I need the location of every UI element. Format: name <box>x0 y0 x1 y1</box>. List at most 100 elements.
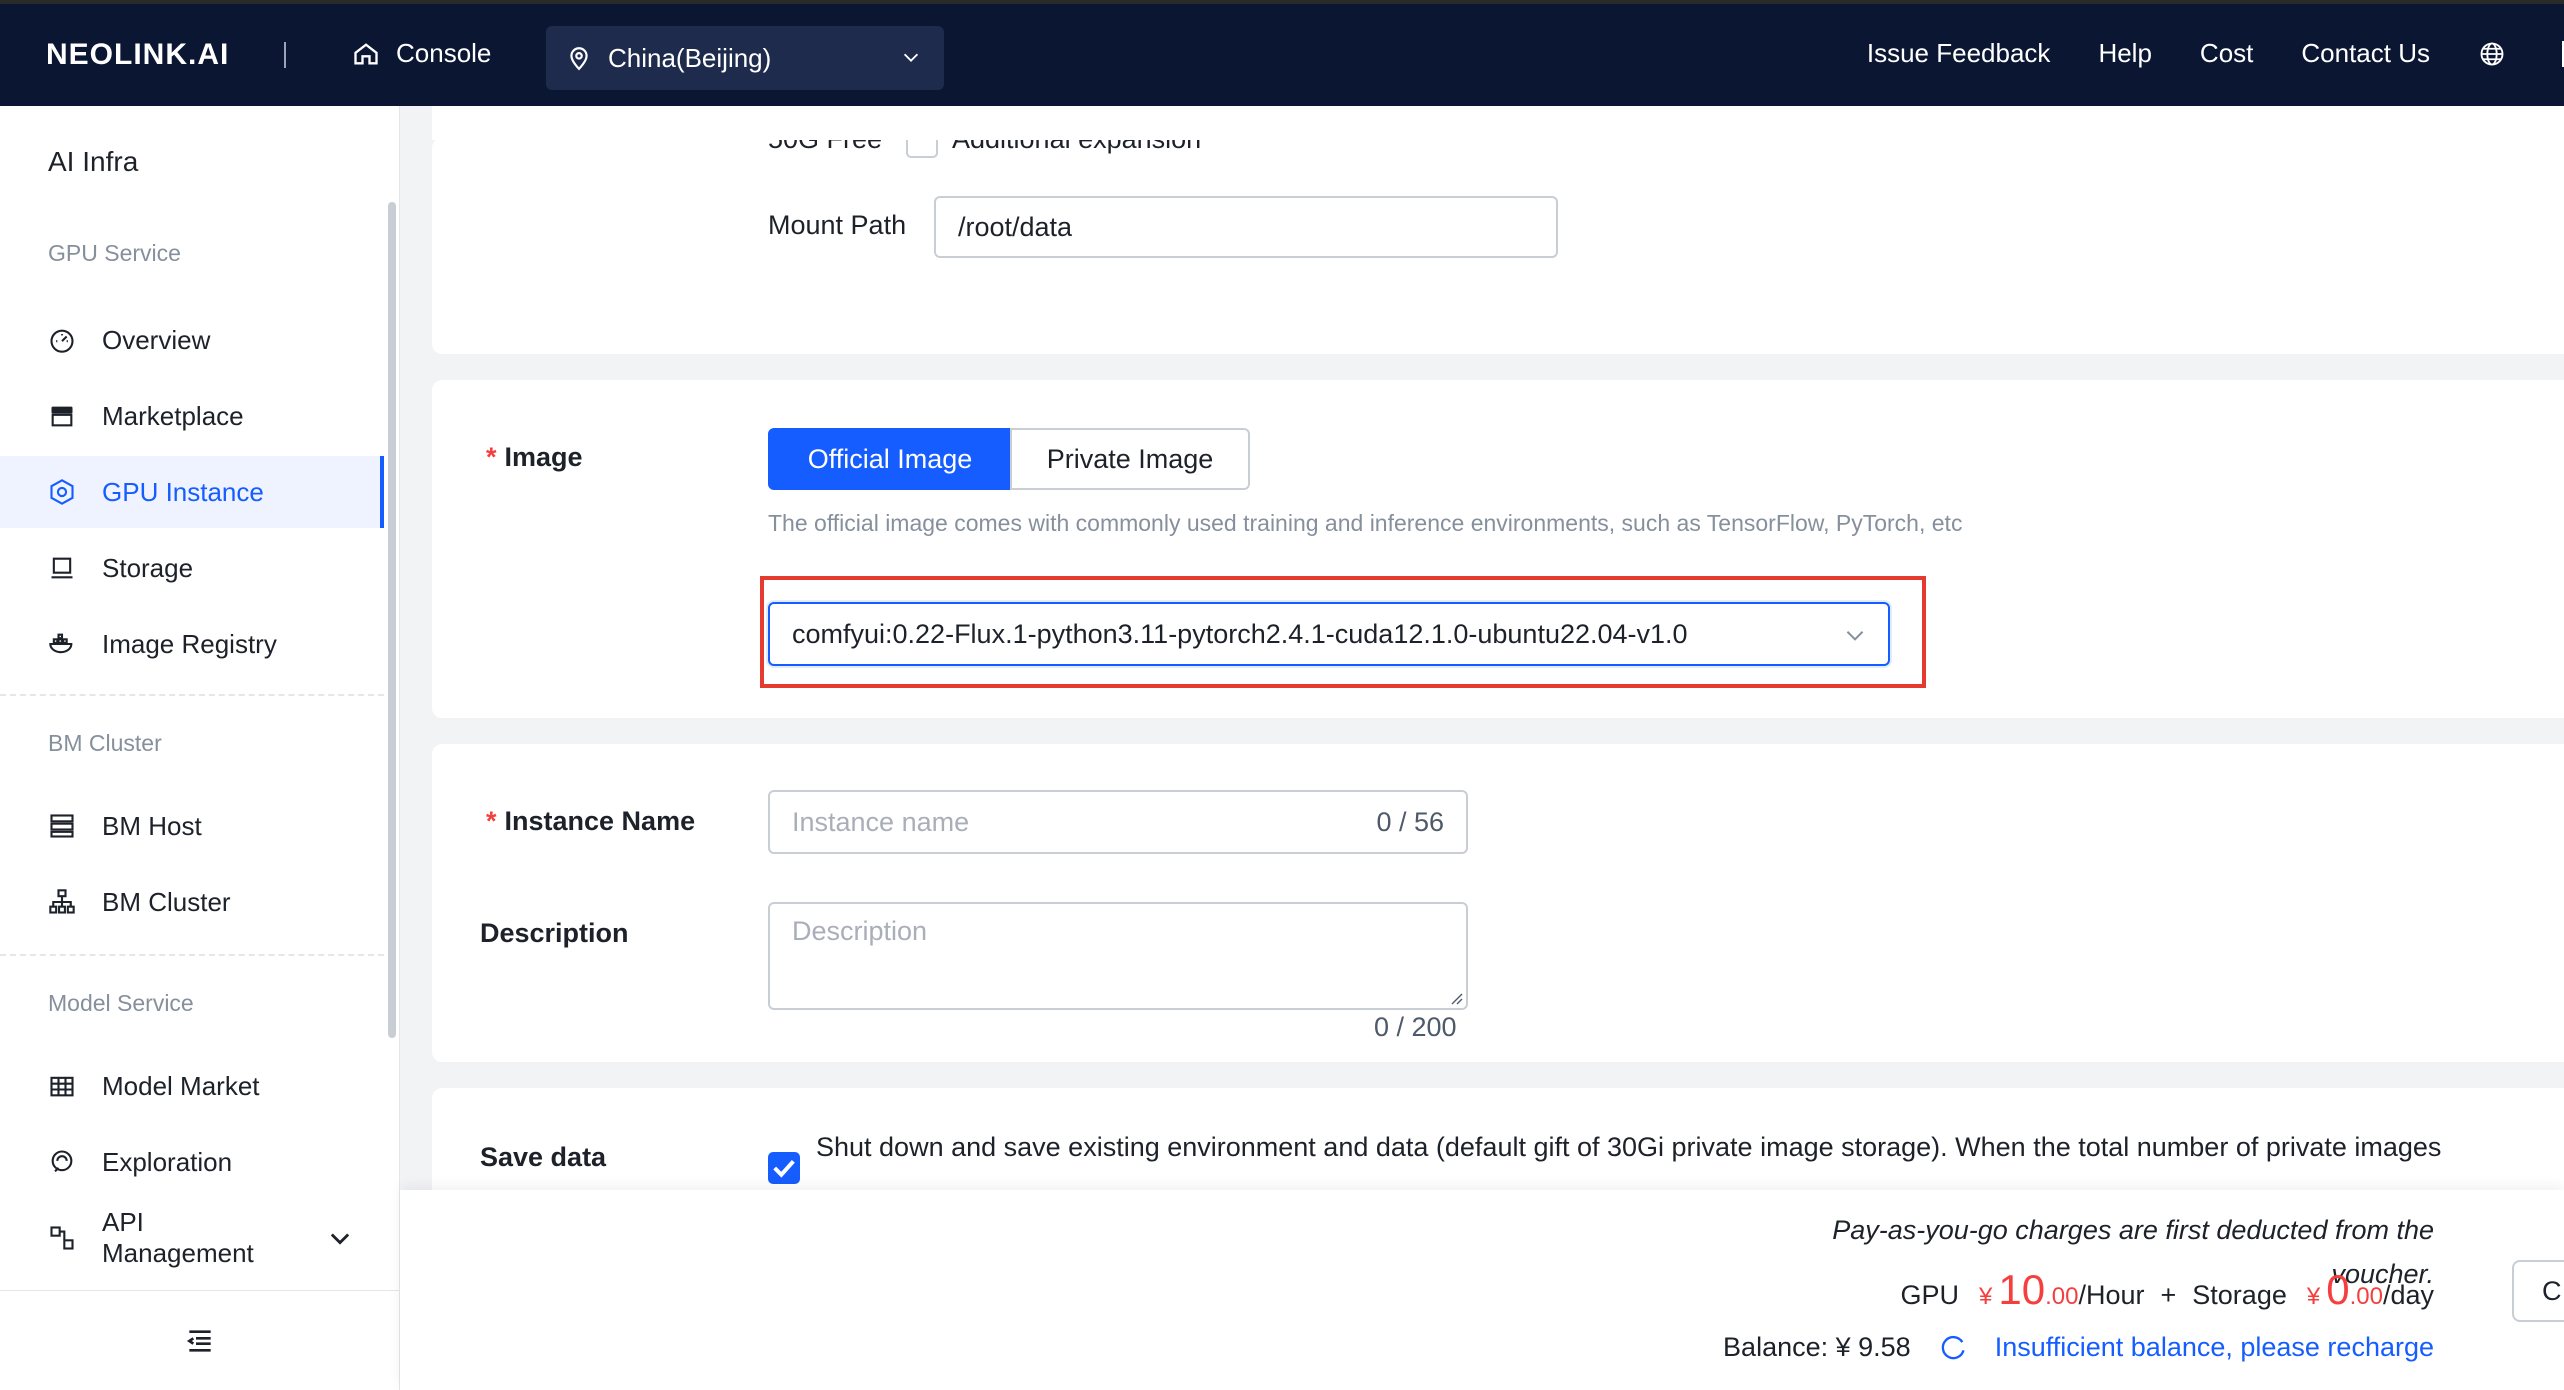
sidebar-item-label: GPU Instance <box>102 476 264 507</box>
storage-price-decimal: .00 <box>2349 1283 2383 1310</box>
cluster-icon <box>49 889 75 914</box>
sidebar-item-label: BM Cluster <box>102 886 231 917</box>
top-nav-links: Issue Feedback Help Cost Contact Us <box>1819 38 2564 69</box>
save-data-text: Shut down and save existing environment … <box>816 1132 2442 1162</box>
collapse-sidebar-button[interactable] <box>0 1290 400 1390</box>
location-pin-icon <box>570 47 588 71</box>
globe-icon[interactable] <box>2478 40 2506 68</box>
logo[interactable]: NEOLINK.AI <box>46 38 229 72</box>
cost-link[interactable]: Cost <box>2200 38 2253 69</box>
instance-name-placeholder: Instance name <box>792 806 970 837</box>
collapse-menu-icon <box>186 1329 211 1352</box>
gpu-price-decimal: .00 <box>2045 1283 2079 1310</box>
mount-path-input[interactable]: /root/data <box>934 196 1558 258</box>
docker-icon <box>49 633 73 654</box>
chevron-down-icon <box>903 53 919 62</box>
instance-info-card: * Instance Name Instance name 0 / 56 Desc… <box>432 744 2564 1062</box>
refresh-icon[interactable] <box>1939 1334 1967 1362</box>
api-icon <box>50 1226 74 1250</box>
price-footer: Pay-as-you-go charges are first deducted… <box>400 1190 2564 1390</box>
gpu-price: 10 <box>1998 1266 2046 1313</box>
mount-path-label: Mount Path <box>768 210 907 240</box>
help-link[interactable]: Help <box>2098 38 2151 69</box>
sidebar-item-bm-host[interactable]: BM Host <box>0 790 384 862</box>
storage-label: Storage <box>2192 1280 2287 1310</box>
chevron-down-icon <box>1846 631 1864 641</box>
sidebar-item-storage[interactable]: Storage <box>0 532 384 604</box>
sidebar-item-label: API Management <box>102 1207 254 1268</box>
console-link[interactable]: Console <box>352 38 491 69</box>
console-label: Console <box>396 38 492 68</box>
sidebar-item-image-registry[interactable]: Image Registry <box>0 608 384 680</box>
divider <box>0 694 384 696</box>
gpu-unit: /Hour <box>2078 1280 2145 1310</box>
selected-image-value: comfyui:0.22-Flux.1-python3.11-pytorch2.… <box>792 618 1688 649</box>
sidebar-item-gpu-instance[interactable]: GPU Instance <box>0 456 384 528</box>
sidebar-item-marketplace[interactable]: Marketplace <box>0 380 384 452</box>
market-grid-icon <box>50 1076 74 1097</box>
sidebar: AI Infra GPU Service Overview Marketplac… <box>0 106 400 1390</box>
image-select[interactable]: comfyui:0.22-Flux.1-python3.11-pytorch2.… <box>768 602 1890 666</box>
sidebar-item-model-market[interactable]: Model Market <box>0 1050 384 1122</box>
save-data-checkbox[interactable] <box>768 1152 800 1184</box>
dashboard-icon <box>50 329 74 353</box>
description-placeholder: Description <box>792 916 928 946</box>
price-summary: GPU ¥ 10 .00 /Hour + Storage ¥ 0 .00 /da… <box>1901 1266 2435 1314</box>
sidebar-item-overview[interactable]: Overview <box>0 304 384 376</box>
sidebar-item-label: BM Host <box>102 810 202 841</box>
instance-name-input[interactable]: Instance name 0 / 56 <box>768 790 1468 854</box>
tab-private-image[interactable]: Private Image <box>1010 428 1250 490</box>
sidebar-item-label: Storage <box>102 552 194 583</box>
sidebar-item-label: Marketplace <box>102 400 244 431</box>
server-icon <box>50 814 74 838</box>
save-data-label: Save data <box>480 1142 607 1172</box>
create-button[interactable]: C <box>2512 1260 2564 1322</box>
home-icon <box>354 42 378 64</box>
issue-feedback-link[interactable]: Issue Feedback <box>1867 38 2051 69</box>
description-textarea[interactable]: Description <box>768 902 1468 1010</box>
section-model-service: Model Service <box>48 990 194 1016</box>
currency-symbol: ¥ <box>2306 1283 2321 1310</box>
contact-us-link[interactable]: Contact Us <box>2301 38 2430 69</box>
region-select[interactable]: China(Beijing) <box>546 26 944 90</box>
currency-symbol: ¥ <box>1979 1283 1993 1310</box>
sidebar-item-label: Exploration <box>102 1146 233 1177</box>
storage-icon <box>51 557 73 579</box>
sidebar-item-label: Model Market <box>102 1070 260 1101</box>
sidebar-item-bm-cluster[interactable]: BM Cluster <box>0 866 384 938</box>
sidebar-item-exploration[interactable]: Exploration <box>0 1126 384 1198</box>
storage-unit: /day <box>2382 1280 2434 1310</box>
plus-sign: + <box>2160 1280 2177 1310</box>
balance-text: Balance: ¥ 9.58 <box>1723 1332 1911 1362</box>
sidebar-item-api-management[interactable]: API Management <box>0 1202 384 1274</box>
divider <box>284 42 286 68</box>
recharge-link[interactable]: Insufficient balance, please recharge <box>1995 1332 2434 1363</box>
store-icon <box>51 406 73 427</box>
sidebar-title: AI Infra <box>48 146 139 177</box>
image-label: * Image <box>486 442 583 472</box>
tab-official-image[interactable]: Official Image <box>768 428 1012 490</box>
top-nav-bar: NEOLINK.AI Console China(Beijing) Issue … <box>0 0 2564 106</box>
gpu-label: GPU <box>1900 1280 1960 1310</box>
sidebar-scrollbar[interactable] <box>388 202 396 1038</box>
image-card: * Image Official Image Private Image The … <box>432 380 2564 718</box>
storage-price: 0 <box>2326 1266 2350 1313</box>
resize-handle-icon[interactable] <box>1448 990 1464 1006</box>
section-gpu-service: GPU Service <box>48 240 181 266</box>
exploration-icon <box>51 1150 73 1173</box>
char-counter: 0 / 56 <box>1376 806 1444 837</box>
balance-row: Balance: ¥ 9.58 Insufficient balance, pl… <box>1723 1332 2434 1363</box>
card-top-mask <box>432 106 2564 140</box>
char-counter: 0 / 200 <box>1374 1012 1457 1042</box>
region-label: China(Beijing) <box>608 42 772 73</box>
chevron-down-icon <box>330 1233 350 1245</box>
sidebar-item-label: Overview <box>102 324 211 355</box>
description-label: Description <box>480 918 629 948</box>
instance-name-label: * Instance Name <box>486 806 696 836</box>
sidebar-item-label: Image Registry <box>102 628 277 659</box>
section-bm-cluster: BM Cluster <box>48 730 162 756</box>
divider <box>0 954 384 956</box>
image-hint: The official image comes with commonly u… <box>768 510 1963 536</box>
storage-card: 50G Free Additional expansion Mount Path… <box>432 124 2564 354</box>
check-icon <box>773 1159 795 1178</box>
